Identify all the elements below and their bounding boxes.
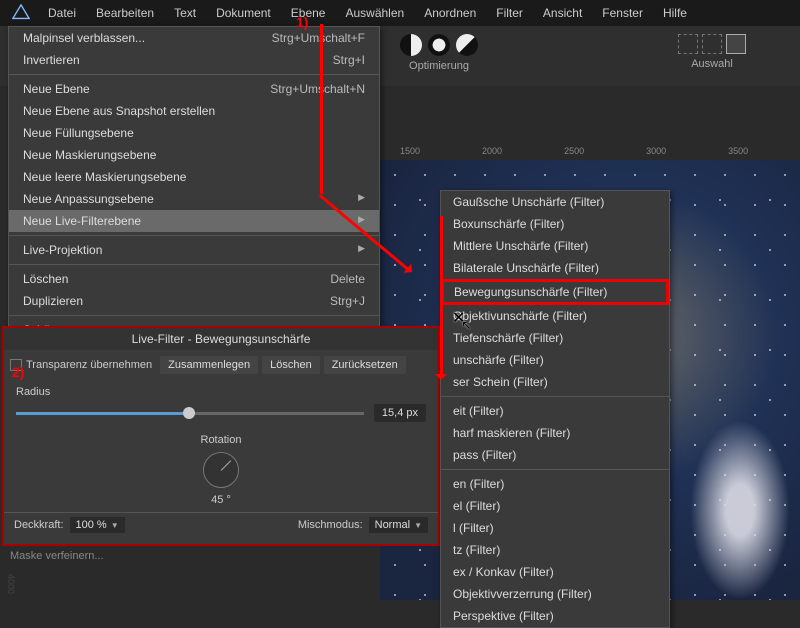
tone-icon-3[interactable]: [456, 34, 478, 56]
menu-item[interactable]: InvertierenStrg+I: [9, 49, 379, 71]
figure-overlay: [690, 420, 790, 600]
panel-title: Live-Filter - Bewegungsunschärfe: [4, 328, 438, 350]
vertical-ruler-value: 4000: [6, 574, 16, 594]
annotation-2: 2): [12, 364, 24, 380]
menu-anordnen[interactable]: Anordnen: [414, 1, 486, 25]
merge-button[interactable]: Zusammenlegen: [160, 356, 258, 374]
transparency-label: Transparenz übernehmen: [26, 359, 152, 371]
menu-auswählen[interactable]: Auswählen: [335, 1, 414, 25]
submenu-item[interactable]: Bilaterale Unschärfe (Filter): [441, 257, 669, 279]
menu-fenster[interactable]: Fenster: [592, 1, 653, 25]
tone-icon-2[interactable]: [428, 34, 450, 56]
ruler-tick: 3000: [646, 146, 666, 156]
app-logo-icon: [12, 4, 30, 22]
submenu-item[interactable]: ex / Konkav (Filter): [441, 561, 669, 583]
slider-thumb[interactable]: [183, 407, 195, 419]
selection-icon-3[interactable]: [726, 34, 746, 54]
tool-group-optimize: Optimierung: [400, 34, 478, 72]
rotation-dial[interactable]: [203, 452, 239, 488]
menu-dokument[interactable]: Dokument: [206, 1, 281, 25]
submenu-item[interactable]: Bewegungsunschärfe (Filter): [441, 279, 669, 305]
chevron-down-icon: ▼: [111, 521, 119, 530]
menu-item[interactable]: Neue Maskierungsebene: [9, 144, 379, 166]
blend-select[interactable]: Normal▼: [369, 517, 428, 533]
submenu-item[interactable]: tz (Filter): [441, 539, 669, 561]
rotation-value: 45 °: [16, 494, 426, 506]
delete-button[interactable]: Löschen: [262, 356, 320, 374]
opt-label: Optimierung: [409, 60, 469, 72]
ruler-tick: 1500: [400, 146, 420, 156]
menu-filter[interactable]: Filter: [486, 1, 533, 25]
menubar: DateiBearbeitenTextDokumentEbeneAuswähle…: [0, 0, 800, 26]
submenu-item[interactable]: eit (Filter): [441, 400, 669, 422]
radius-slider[interactable]: [16, 412, 364, 415]
menu-item[interactable]: Live-Projektion▶: [9, 239, 379, 261]
menu-item[interactable]: Neue Ebene aus Snapshot erstellen: [9, 100, 379, 122]
chevron-right-icon: ▶: [358, 243, 365, 257]
submenu-item[interactable]: unschärfe (Filter): [441, 349, 669, 371]
selection-icon-1[interactable]: [678, 34, 698, 54]
ruler-tick: 3500: [728, 146, 748, 156]
radius-value[interactable]: 15,4 px: [374, 404, 426, 422]
ruler-tick: 2500: [564, 146, 584, 156]
menu-item[interactable]: DuplizierenStrg+J: [9, 290, 379, 312]
sel-label: Auswahl: [691, 58, 733, 70]
menu-datei[interactable]: Datei: [38, 1, 86, 25]
submenu-item[interactable]: Boxunschärfe (Filter): [441, 213, 669, 235]
menu-bearbeiten[interactable]: Bearbeiten: [86, 1, 164, 25]
menu-text[interactable]: Text: [164, 1, 206, 25]
live-filter-panel: Live-Filter - Bewegungsunschärfe Transpa…: [2, 326, 440, 546]
arrow-2-stem: [440, 216, 443, 378]
mask-refine-link[interactable]: Maske verfeinern...: [10, 550, 104, 562]
submenu-item[interactable]: harf maskieren (Filter): [441, 422, 669, 444]
opacity-label: Deckkraft:: [14, 519, 64, 531]
submenu-item[interactable]: Mittlere Unschärfe (Filter): [441, 235, 669, 257]
radius-label: Radius: [16, 386, 426, 398]
submenu-item[interactable]: ser Schein (Filter): [441, 371, 669, 393]
menu-item[interactable]: Neue Live-Filterebene▶: [9, 210, 379, 232]
selection-icon-2[interactable]: [702, 34, 722, 54]
opacity-select[interactable]: 100 %▼: [70, 517, 125, 533]
menu-ansicht[interactable]: Ansicht: [533, 1, 592, 25]
menu-hilfe[interactable]: Hilfe: [653, 1, 697, 25]
ebene-dropdown: Malpinsel verblassen...Strg+Umschalt+FIn…: [8, 26, 380, 364]
cursor-icon: ✕↖: [452, 308, 475, 328]
reset-button[interactable]: Zurücksetzen: [324, 356, 406, 374]
ruler-tick: 2000: [482, 146, 502, 156]
submenu-item[interactable]: l (Filter): [441, 517, 669, 539]
tool-group-selection: Auswahl: [678, 34, 746, 70]
menu-item[interactable]: Neue EbeneStrg+Umschalt+N: [9, 78, 379, 100]
chevron-right-icon: ▶: [358, 192, 365, 206]
menu-item[interactable]: Neue leere Maskierungsebene: [9, 166, 379, 188]
horizontal-ruler: 15002000250030003500400045005000: [380, 142, 800, 160]
annotation-1: 1): [296, 14, 308, 30]
menu-item[interactable]: Malpinsel verblassen...Strg+Umschalt+F: [9, 27, 379, 49]
submenu-item[interactable]: el (Filter): [441, 495, 669, 517]
submenu-item[interactable]: Tiefenschärfe (Filter): [441, 327, 669, 349]
blend-label: Mischmodus:: [298, 519, 363, 531]
menu-item[interactable]: Neue Füllungsebene: [9, 122, 379, 144]
rotation-label: Rotation: [16, 434, 426, 446]
tone-icon-1[interactable]: [400, 34, 422, 56]
live-filter-submenu: Gaußsche Unschärfe (Filter)Boxunschärfe …: [440, 190, 670, 628]
submenu-item[interactable]: Gaußsche Unschärfe (Filter): [441, 191, 669, 213]
chevron-down-icon: ▼: [414, 521, 422, 530]
arrow-1-stem: [320, 24, 323, 194]
submenu-item[interactable]: pass (Filter): [441, 444, 669, 466]
arrow-2-head: [435, 374, 447, 386]
menu-item[interactable]: LöschenDelete: [9, 268, 379, 290]
submenu-item[interactable]: Perspektive (Filter): [441, 605, 669, 627]
submenu-item[interactable]: en (Filter): [441, 473, 669, 495]
submenu-item[interactable]: Objektivverzerrung (Filter): [441, 583, 669, 605]
